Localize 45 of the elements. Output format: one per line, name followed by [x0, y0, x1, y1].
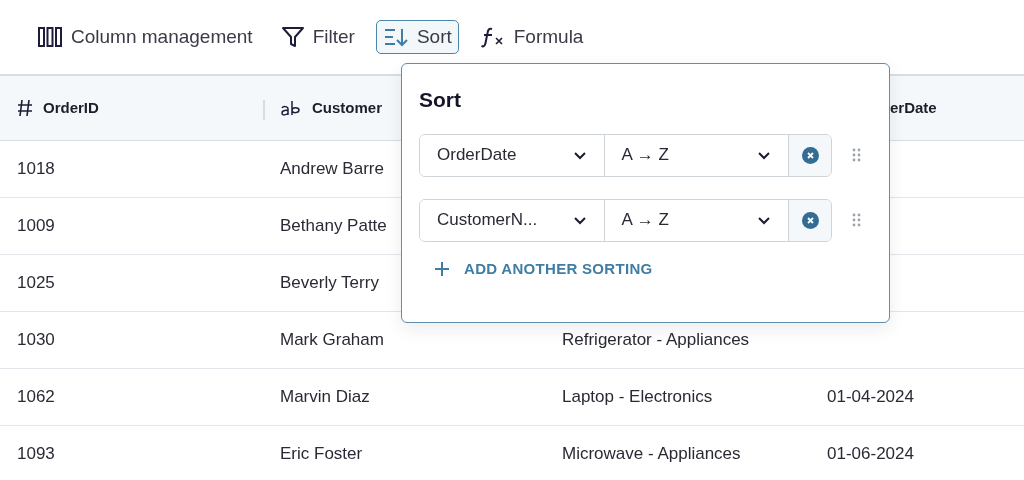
column-header: Customer [312, 97, 382, 118]
drag-handle-icon[interactable] [852, 213, 861, 227]
number-type-icon [17, 99, 33, 117]
drag-handle-icon[interactable] [852, 148, 861, 162]
table-cell-text: 1025 [17, 272, 55, 295]
table-cell-text: Andrew Barre [280, 158, 384, 181]
table-cell-text: Bethany Patte [280, 215, 387, 238]
table-cell-text: 1009 [17, 215, 55, 238]
add-sorting-button[interactable]: ADD ANOTHER SORTING [419, 257, 653, 280]
column-header: erDate [890, 97, 937, 118]
close-icon [801, 146, 819, 164]
filter-icon [280, 25, 305, 49]
table-cell-text: Refrigerator - Appliances [562, 329, 750, 352]
sort-field-dropdown[interactable]: CustomerN... [420, 199, 605, 241]
text-type-icon [280, 100, 302, 116]
close-icon [801, 211, 819, 229]
remove-button[interactable] [789, 134, 831, 176]
table-cell-text: Beverly Terry [280, 272, 379, 295]
chevron-down-icon [572, 215, 587, 225]
columns-icon [37, 26, 63, 48]
table-cell-text: 1062 [17, 386, 55, 409]
popover-title: Sort [419, 87, 462, 113]
chevron-down-icon [757, 150, 772, 160]
remove-button[interactable] [789, 199, 831, 241]
sort-field-dropdown[interactable]: OrderDate [420, 134, 605, 176]
table-cell-text: Laptop - Electronics [562, 386, 713, 409]
table-cell-text: Eric Foster [280, 443, 363, 466]
table-cell-text: Marvin Diaz [280, 386, 370, 409]
function-icon [479, 25, 506, 49]
table-cell-text: 01-04-2024 [827, 386, 914, 409]
formula-button[interactable]: Formula [472, 19, 591, 55]
column-header: OrderID [43, 97, 99, 118]
table-cell-text: 1018 [17, 158, 55, 181]
table-cell-text: 01-06-2024 [827, 443, 914, 466]
sort-icon [382, 26, 409, 48]
table-cell-text: Microwave - Appliances [562, 443, 741, 466]
filter-button[interactable]: Filter [273, 19, 362, 55]
sort-button[interactable]: Sort [375, 19, 459, 55]
table-cell-text: Mark Graham [280, 329, 384, 352]
table-cell-text: 1030 [17, 329, 55, 352]
plus-icon [434, 260, 450, 277]
chevron-down-icon [757, 215, 772, 225]
chevron-down-icon [572, 150, 587, 160]
columns-button[interactable]: Column management [30, 19, 260, 55]
table-cell-text: 1093 [17, 443, 55, 466]
